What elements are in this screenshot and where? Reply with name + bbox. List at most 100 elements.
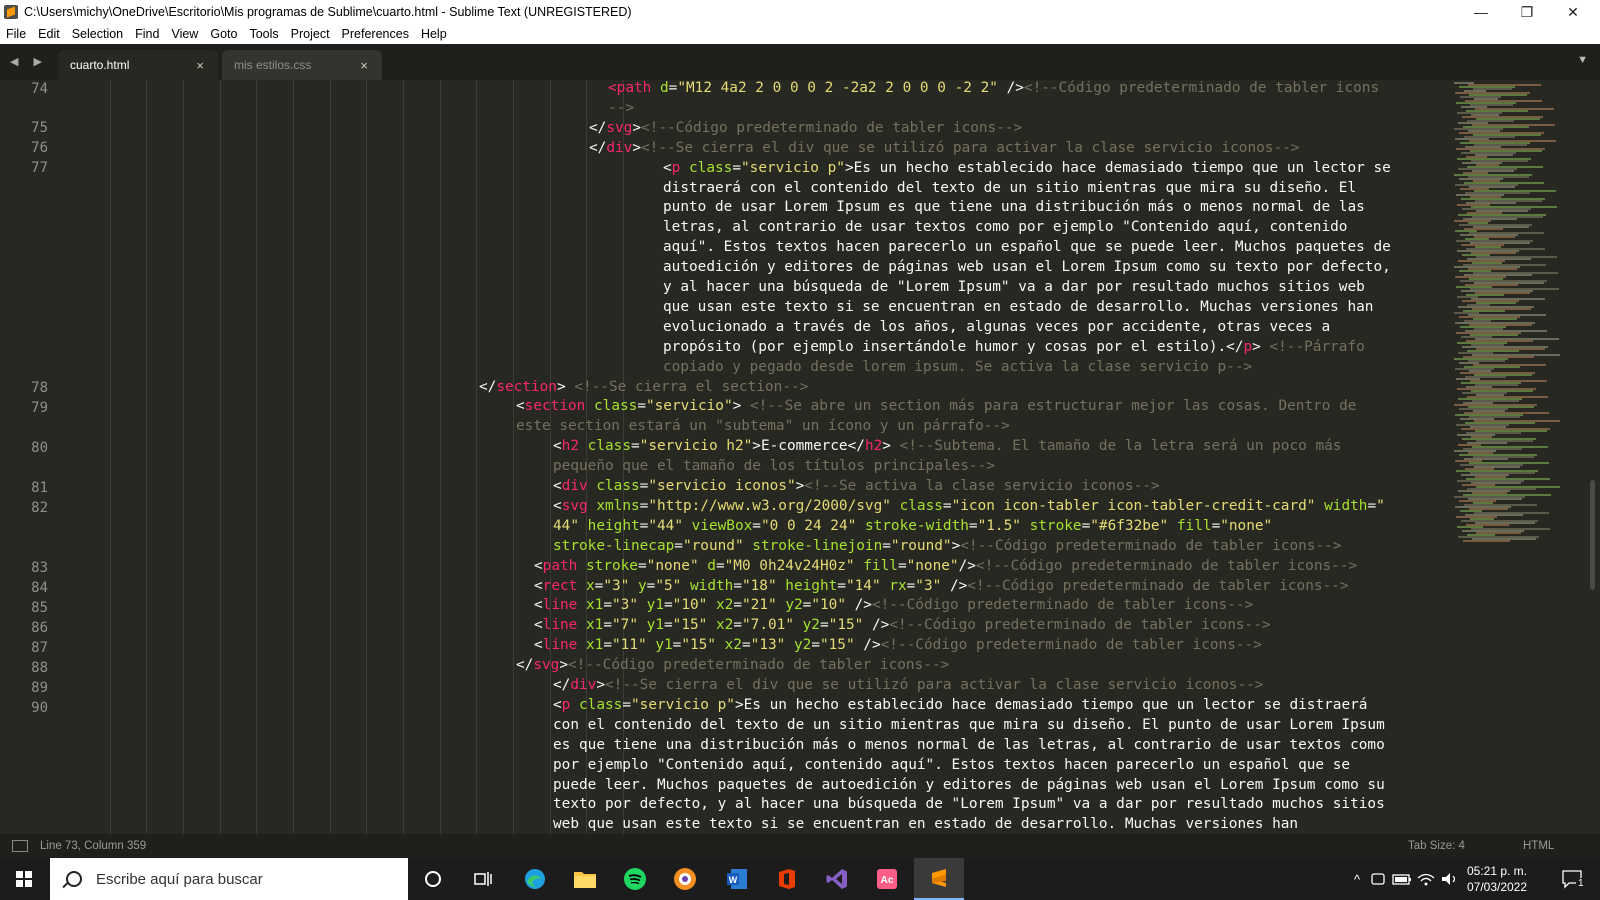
code-token: /> (997, 80, 1024, 96)
tab-menu-icon[interactable]: ▼ (1577, 54, 1588, 66)
code-token: evolucionado a través de los años, algun… (663, 318, 1331, 335)
code-line: <path stroke="none" d="M0 0h24v24H0z" fi… (534, 556, 1357, 576)
minimap[interactable] (1450, 80, 1566, 834)
visual-studio-icon[interactable] (812, 858, 862, 900)
taskbar-search[interactable]: Escribe aquí para buscar (50, 858, 408, 900)
code-token: "servicio iconos" (648, 478, 796, 494)
code-line: <line x1="7" y1="15" x2="7.01" y2="15" /… (534, 615, 1271, 635)
tab-cuarto-html[interactable]: cuarto.html × (58, 50, 218, 80)
menu-tools[interactable]: Tools (243, 27, 284, 41)
code-token: div (570, 677, 597, 693)
code-token: "3" (612, 597, 638, 614)
tab-mis-estilos-css[interactable]: mis estilos.css × (222, 50, 382, 80)
code-token: "15" (828, 617, 864, 634)
file-explorer-icon[interactable] (560, 858, 610, 900)
code-token: xmlns (587, 497, 640, 514)
window-title: C:\Users\michy\OneDrive\Escritorio\Mis p… (24, 5, 632, 19)
code-editor[interactable]: 74 75 76 77 78 79 80 81 82 83 84 85 86 8… (0, 80, 1600, 834)
notification-center-button[interactable]: 1 (1550, 858, 1594, 900)
code-token: "0 0 24 24" (760, 517, 857, 534)
indent-guide (440, 80, 441, 834)
code-token: "11" (612, 637, 647, 654)
code-token: = (603, 637, 612, 654)
code-token: este section estará un "subtema" un ícon… (516, 418, 1010, 435)
office-icon[interactable] (762, 858, 812, 900)
code-token: = (637, 557, 647, 574)
code-line: evolucionado a través de los años, algun… (663, 317, 1330, 337)
code-token: < (516, 398, 525, 415)
syntax-mode[interactable]: HTML (1523, 840, 1554, 852)
tab-close-icon[interactable]: × (196, 58, 204, 73)
code-token: = (630, 438, 640, 455)
code-token: <!--Se abre un section más para estructu… (749, 398, 1357, 415)
code-token: "servicio" (645, 398, 733, 415)
code-token: /> (845, 597, 872, 614)
spotify-icon[interactable] (610, 858, 660, 900)
code-token: "7.01" (742, 617, 794, 634)
code-token: < (553, 696, 562, 713)
code-token: rect (542, 577, 578, 594)
brave-icon[interactable] (660, 858, 710, 900)
menu-selection[interactable]: Selection (66, 27, 129, 41)
acrobat-icon[interactable]: Ac (862, 858, 912, 900)
code-area[interactable]: <path d="M12 4a2 2 0 0 0 2 -2a2 2 0 0 0 … (0, 80, 1450, 834)
tab-nav-arrows[interactable]: ◀ ▶ (10, 55, 48, 68)
indent-guide (220, 80, 221, 834)
start-button[interactable] (0, 858, 48, 900)
code-token: /> (854, 637, 881, 654)
code-token: = (733, 617, 742, 634)
tab-size[interactable]: Tab Size: 4 (1408, 840, 1465, 852)
edge-icon[interactable] (510, 858, 560, 900)
minimize-button[interactable]: — (1458, 0, 1504, 24)
tab-close-icon[interactable]: × (360, 58, 368, 73)
word-icon[interactable]: W (712, 858, 762, 900)
svg-text:Ac: Ac (881, 875, 894, 886)
code-token: = (622, 696, 631, 713)
code-token: line (542, 597, 578, 614)
code-token: "none" (1220, 517, 1273, 534)
battery-icon[interactable] (1390, 871, 1414, 887)
code-token: class (579, 438, 631, 455)
meet-now-icon[interactable] (1368, 871, 1390, 887)
code-line: <p class="servicio p">Es un hecho establ… (553, 695, 1367, 715)
code-token: "round" (682, 537, 744, 554)
volume-icon[interactable] (1438, 871, 1462, 887)
cursor-position: Line 73, Column 359 (40, 840, 147, 852)
code-token: h2 (864, 438, 883, 455)
menu-edit[interactable]: Edit (32, 27, 66, 41)
chevron-up-icon[interactable]: ^ (1346, 872, 1368, 887)
menu-preferences[interactable]: Preferences (336, 27, 415, 41)
menu-goto[interactable]: Goto (204, 27, 243, 41)
menu-project[interactable]: Project (285, 27, 336, 41)
code-token: x1 (577, 617, 604, 634)
taskbar-clock[interactable]: 05:21 p. m. 07/03/2022 (1462, 863, 1532, 895)
code-line: punto de usar Lorem Ipsum es que tiene u… (663, 197, 1365, 217)
cortana-icon[interactable] (408, 858, 458, 900)
code-token: = (942, 497, 952, 514)
code-token: pequeño que el tamaño de los títulos pri… (553, 458, 995, 475)
sublime-text-icon[interactable] (914, 858, 964, 900)
close-button[interactable]: ✕ (1550, 0, 1596, 24)
menu-find[interactable]: Find (129, 27, 165, 41)
code-token: svg (561, 497, 588, 514)
code-token: letras, al contrario de usar textos como… (663, 219, 1348, 236)
menu-help[interactable]: Help (415, 27, 453, 41)
indent-guide (550, 80, 551, 834)
code-token: <!--Código predeterminado de tabler icon… (568, 657, 950, 674)
menu-view[interactable]: View (165, 27, 204, 41)
code-line: propósito (por ejemplo insertándole humo… (663, 337, 1365, 357)
code-token: </ (479, 378, 497, 395)
code-token: </ (553, 677, 571, 693)
code-line: copiado y pegado desde lorem ipsum. Se a… (663, 357, 1252, 377)
menu-file[interactable]: File (0, 27, 32, 41)
wifi-icon[interactable] (1414, 871, 1438, 887)
sublime-text-icon (4, 5, 18, 19)
code-token: = (741, 637, 751, 654)
task-view-icon[interactable] (458, 858, 508, 900)
panel-toggle-icon[interactable] (12, 840, 28, 852)
vertical-scrollbar[interactable] (1590, 480, 1595, 590)
code-token: line (542, 637, 578, 654)
code-token: line (542, 617, 578, 634)
maximize-button[interactable]: ❐ (1504, 0, 1550, 24)
code-token: >E-commerce</ (752, 438, 865, 455)
